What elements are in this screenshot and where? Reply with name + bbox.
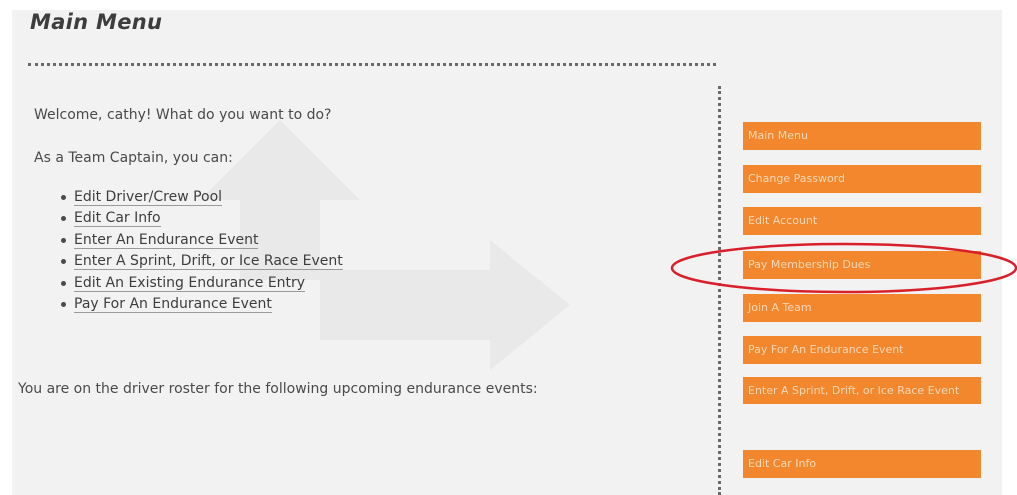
edit-driver-crew-pool-link[interactable]: Edit Driver/Crew Pool: [74, 189, 223, 206]
enter-sprint-drift-ice-event-link[interactable]: Enter A Sprint, Drift, or Ice Race Event: [74, 253, 343, 271]
list-item: Enter A Sprint, Drift, or Ice Race Event: [61, 251, 343, 272]
sidebar-item-pay-membership-dues[interactable]: Pay Membership Dues: [743, 251, 981, 279]
sidebar-item-edit-car-info[interactable]: Edit Car Info: [743, 450, 981, 478]
captain-actions-list: Edit Driver/Crew Pool Edit Car Info Ente…: [61, 187, 343, 315]
page: Main Menu Welcome, cathy! What do you wa…: [0, 0, 1017, 495]
title-divider: [28, 63, 716, 66]
sidebar-item-join-a-team[interactable]: Join A Team: [743, 294, 981, 322]
sidebar-item-main-menu[interactable]: Main Menu: [743, 122, 981, 150]
sidebar-item-enter-sprint-drift-ice-event[interactable]: Enter A Sprint, Drift, or Ice Race Event: [743, 377, 981, 404]
list-item: Edit An Existing Endurance Entry: [61, 273, 343, 294]
welcome-message: Welcome, cathy! What do you want to do?: [34, 107, 332, 123]
page-title: Main Menu: [30, 10, 163, 34]
sidebar-item-pay-endurance-event[interactable]: Pay For An Endurance Event: [743, 336, 981, 364]
sidebar-nav: Main Menu Change Password Edit Account P…: [743, 0, 983, 495]
bullet-icon: [61, 280, 66, 286]
role-description: As a Team Captain, you can:: [34, 150, 233, 166]
list-item: Enter An Endurance Event: [61, 230, 343, 251]
roster-message: You are on the driver roster for the fol…: [18, 381, 538, 397]
list-item: Edit Driver/Crew Pool: [61, 187, 343, 208]
sidebar-item-change-password[interactable]: Change Password: [743, 165, 981, 193]
sidebar-item-edit-account[interactable]: Edit Account: [743, 207, 981, 235]
edit-car-info-link[interactable]: Edit Car Info: [74, 210, 161, 228]
bullet-icon: [61, 195, 66, 200]
bullet-icon: [61, 301, 66, 307]
bullet-icon: [61, 237, 66, 243]
list-item: Edit Car Info: [61, 208, 343, 229]
column-divider: [718, 86, 721, 495]
edit-endurance-entry-link[interactable]: Edit An Existing Endurance Entry: [74, 274, 306, 292]
pay-endurance-event-link[interactable]: Pay For An Endurance Event: [74, 295, 272, 313]
enter-endurance-event-link[interactable]: Enter An Endurance Event: [74, 231, 259, 249]
list-item: Pay For An Endurance Event: [61, 294, 343, 315]
